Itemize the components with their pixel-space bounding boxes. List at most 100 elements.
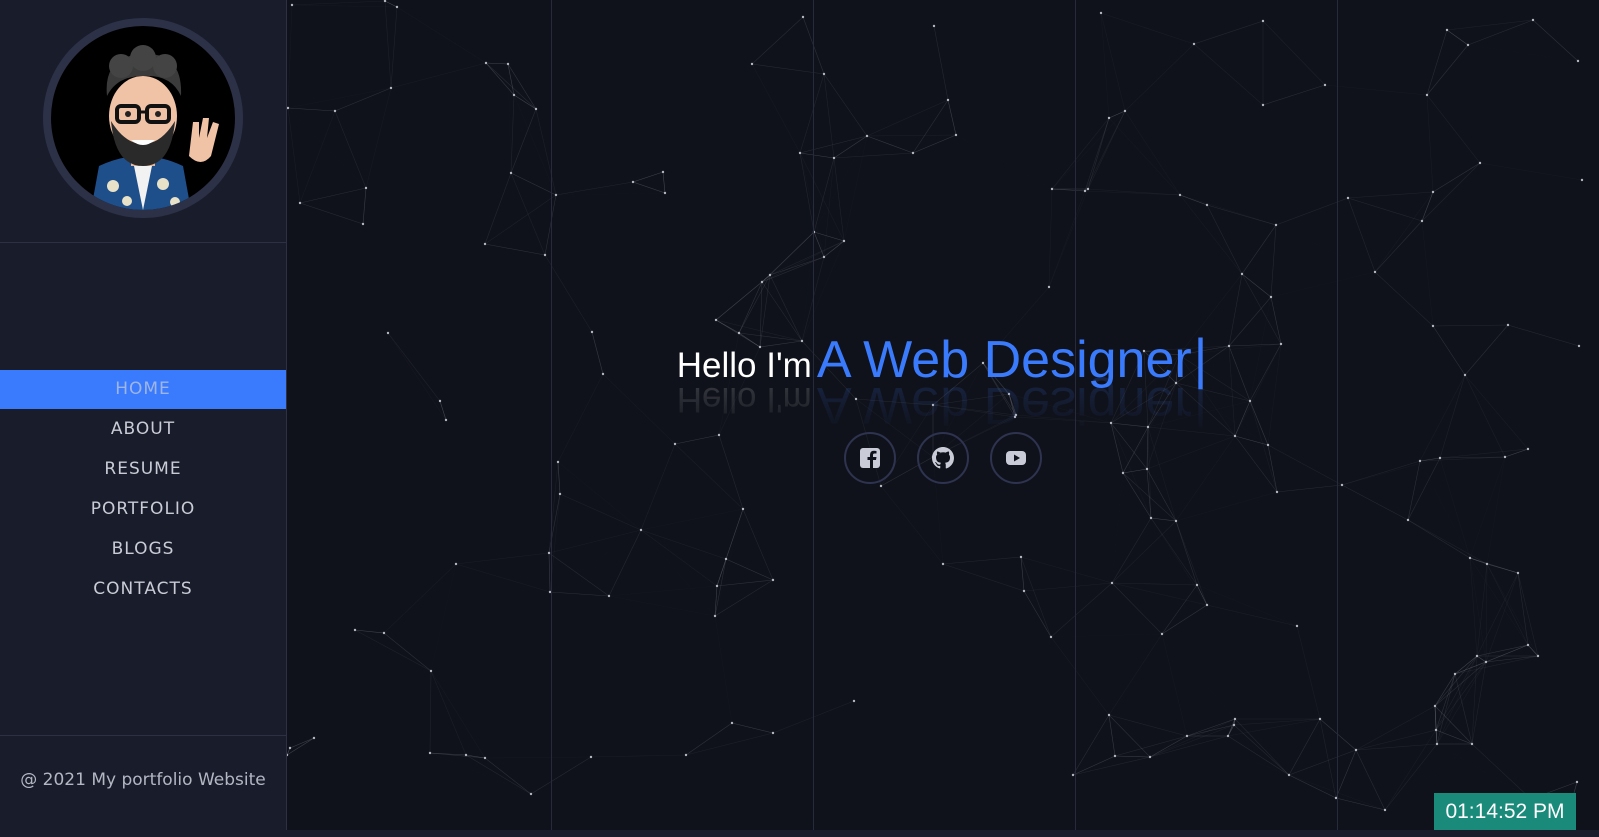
reflection-role: A Web Designer <box>816 376 1192 434</box>
network-line <box>430 670 486 759</box>
network-node <box>730 721 734 725</box>
network-line <box>1241 224 1277 275</box>
network-line <box>866 135 914 154</box>
network-line <box>1262 20 1326 86</box>
network-line <box>1485 572 1519 663</box>
nav-item-home[interactable]: HOME <box>0 370 286 409</box>
network-line <box>833 157 845 242</box>
network-node <box>1050 187 1054 191</box>
nav-item-resume[interactable]: RESUME <box>0 449 286 489</box>
network-line <box>362 187 367 225</box>
network-node <box>1160 632 1164 636</box>
network-line <box>1270 224 1277 298</box>
network-line <box>1426 29 1448 96</box>
network-node <box>1049 635 1053 639</box>
network-line <box>1111 582 1208 606</box>
network-line <box>455 563 551 593</box>
network-line <box>1469 557 1529 646</box>
network-line <box>1374 191 1434 273</box>
network-line <box>513 94 537 110</box>
facebook-button[interactable] <box>843 432 896 484</box>
network-line <box>1023 590 1052 638</box>
network-line <box>1150 517 1198 586</box>
network-line <box>1124 110 1181 196</box>
network-node <box>1232 723 1236 727</box>
network-line <box>1149 735 1229 758</box>
network-node <box>715 584 719 588</box>
network-line <box>560 494 609 596</box>
network-line <box>484 756 592 759</box>
network-line <box>1476 644 1529 657</box>
network-line <box>384 0 392 89</box>
network-line <box>1234 718 1290 776</box>
network-node <box>383 0 387 3</box>
network-line <box>431 564 456 671</box>
network-line <box>510 172 546 256</box>
network-line <box>550 530 641 592</box>
network-line <box>761 256 825 283</box>
network-line <box>1207 105 1263 205</box>
network-line <box>555 181 634 196</box>
network-line <box>508 64 511 173</box>
avatar <box>43 18 243 218</box>
network-line <box>292 5 335 111</box>
network-line <box>1446 29 1469 46</box>
network-line <box>799 152 835 159</box>
network-line <box>1432 324 1509 327</box>
network-node <box>713 614 717 618</box>
network-node <box>768 273 772 277</box>
clock-display: 01:14:52 PM <box>1434 793 1576 831</box>
network-line <box>548 552 610 597</box>
network-line <box>548 529 642 554</box>
network-line <box>1476 655 1487 663</box>
network-line <box>287 107 336 112</box>
network-node <box>1047 285 1051 289</box>
network-line <box>1111 582 1163 635</box>
network-line <box>289 737 315 749</box>
network-node <box>684 753 688 757</box>
network-line <box>1486 563 1539 657</box>
network-node <box>1205 603 1209 607</box>
network-node <box>333 109 337 113</box>
network-line <box>1227 718 1321 737</box>
network-line <box>799 135 868 154</box>
network-line <box>1479 162 1583 181</box>
nav-item-blogs[interactable]: BLOGS <box>0 529 286 569</box>
network-line <box>1048 188 1089 288</box>
network-line <box>1124 43 1195 112</box>
network-node <box>1516 571 1520 575</box>
nav-item-portfolio[interactable]: PORTFOLIO <box>0 489 286 529</box>
network-node <box>663 191 667 195</box>
network-line <box>1187 736 1289 775</box>
network-line <box>1454 644 1529 675</box>
network-line <box>430 753 531 794</box>
avatar-image <box>91 45 219 210</box>
network-line <box>299 202 364 225</box>
nav-item-contacts[interactable]: CONTACTS <box>0 569 286 609</box>
network-node <box>822 72 826 76</box>
network-node <box>771 578 775 582</box>
network-line <box>1114 735 1188 757</box>
network-node <box>1226 734 1230 738</box>
network-line <box>544 254 593 333</box>
network-line <box>1111 582 1198 586</box>
youtube-button[interactable] <box>990 432 1043 484</box>
network-line <box>1426 94 1481 164</box>
network-node <box>353 628 357 632</box>
nav-item-about[interactable]: ABOUT <box>0 409 286 449</box>
network-node <box>1022 589 1026 593</box>
footer-copyright: @ 2021 My portfolio Website <box>20 770 266 790</box>
network-line <box>383 632 432 672</box>
network-line <box>1179 194 1243 275</box>
youtube-icon <box>1006 451 1027 465</box>
network-node <box>661 170 665 174</box>
network-node <box>506 62 510 66</box>
network-line <box>484 757 532 795</box>
network-line <box>1112 473 1123 583</box>
network-node <box>1406 518 1410 522</box>
network-line <box>799 152 815 233</box>
github-button[interactable] <box>917 432 969 484</box>
network-line <box>384 0 398 8</box>
network-line <box>1454 655 1478 675</box>
network-line <box>1108 117 1181 196</box>
